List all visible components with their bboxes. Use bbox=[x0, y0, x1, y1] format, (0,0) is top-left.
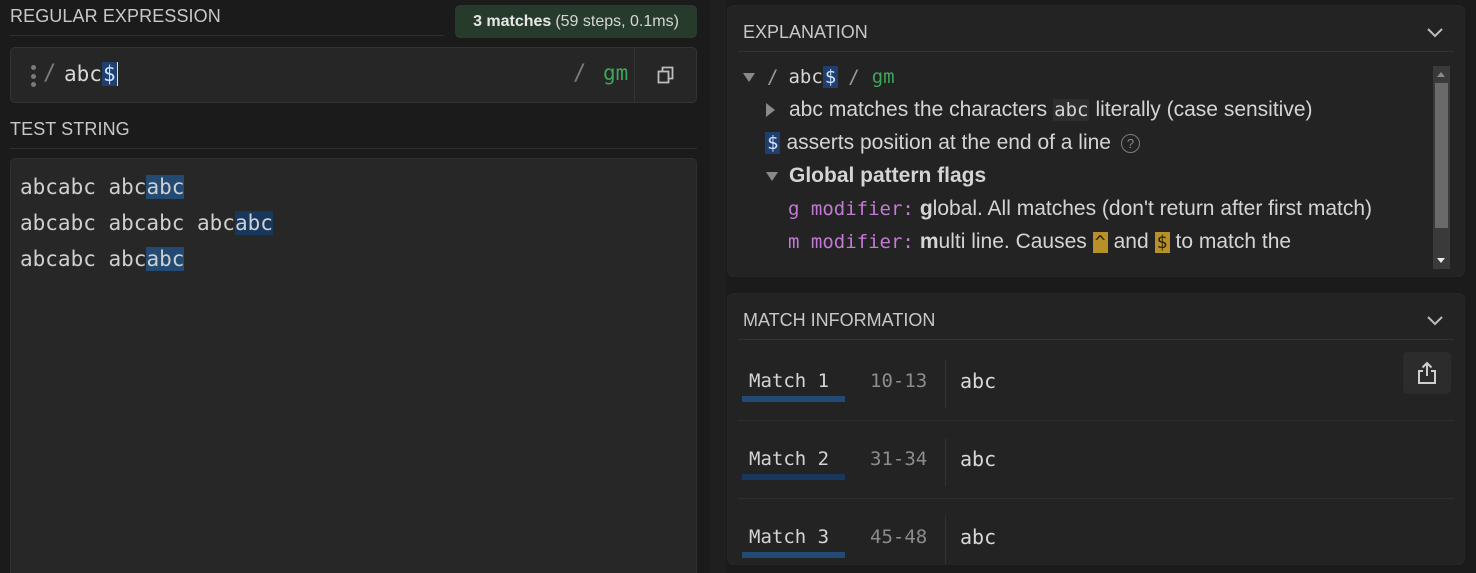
explanation-token-abc: abc matches the characters abc literally… bbox=[766, 98, 1313, 122]
match-range: 10-13 bbox=[870, 370, 928, 392]
match-value: abc bbox=[960, 369, 997, 393]
regex-open-delimiter: / bbox=[43, 61, 57, 86]
modifier-label: m modifier: bbox=[788, 231, 914, 253]
divider bbox=[738, 339, 1454, 340]
code-chip: abc bbox=[1053, 99, 1090, 121]
test-line: abcabc abcabc bbox=[20, 170, 185, 204]
regex-pattern[interactable]: abc $ bbox=[64, 62, 118, 86]
token-description: matches the characters bbox=[828, 98, 1048, 121]
match-status-badge: 3 matches (59 steps, 0.1ms) bbox=[455, 5, 697, 38]
chevron-down-icon[interactable] bbox=[1426, 27, 1444, 39]
flags-heading-text: Global pattern flags bbox=[789, 164, 987, 187]
test-line: abcabc abcabc abcabc bbox=[20, 206, 273, 240]
help-icon[interactable]: ? bbox=[1121, 133, 1140, 153]
left-column: REGULAR EXPRESSION 3 matches (59 steps, … bbox=[0, 0, 710, 573]
copy-button[interactable] bbox=[634, 48, 696, 102]
match-label: Match 1 bbox=[749, 370, 830, 392]
regex-anchor-token: $ bbox=[101, 62, 117, 86]
explanation-scrollbar[interactable] bbox=[1433, 66, 1450, 269]
match-steps: (59 steps, 0.1ms) bbox=[555, 12, 679, 30]
scroll-down-arrow-icon[interactable] bbox=[1437, 258, 1445, 263]
token-description: asserts position at the end of a line bbox=[786, 131, 1111, 154]
divider bbox=[738, 51, 1454, 52]
scroll-thumb[interactable] bbox=[1435, 83, 1448, 228]
regex-section-title: REGULAR EXPRESSION bbox=[10, 6, 221, 26]
caret-token: ^ bbox=[1092, 231, 1108, 253]
match-value: abc bbox=[960, 525, 997, 549]
modifier-description: lobal. All matches (don't return after f… bbox=[932, 197, 1373, 220]
match-color-bar bbox=[742, 396, 845, 402]
copy-icon bbox=[657, 66, 673, 84]
match-highlight: abc bbox=[234, 211, 273, 235]
modifier-letter: g bbox=[919, 197, 933, 220]
match-row[interactable]: Match 1 10-13 abc bbox=[728, 342, 1464, 420]
token-name: abc bbox=[789, 98, 823, 121]
match-color-bar bbox=[742, 474, 845, 480]
test-string-title: TEST STRING bbox=[10, 119, 130, 139]
collapse-triangle-icon[interactable] bbox=[743, 72, 755, 82]
regex-flags-button[interactable]: gm bbox=[603, 61, 628, 85]
dollar-token: $ bbox=[1154, 231, 1170, 253]
match-information-title: MATCH INFORMATION bbox=[743, 310, 936, 330]
flags-heading: Global pattern flags bbox=[766, 164, 986, 188]
match-count: 3 matches bbox=[473, 12, 552, 30]
column-separator bbox=[945, 438, 946, 486]
explanation-token-dollar: $ asserts position at the end of a line … bbox=[765, 131, 1140, 155]
modifier-description: and bbox=[1113, 230, 1149, 253]
match-row[interactable]: Match 2 31-34 abc bbox=[728, 420, 1464, 498]
expand-triangle-icon[interactable] bbox=[766, 103, 775, 117]
test-line: abcabc abcabc bbox=[20, 242, 185, 276]
regex-literal: abc bbox=[788, 66, 823, 88]
match-highlight: abc bbox=[146, 175, 185, 199]
token-name: $ bbox=[765, 132, 781, 154]
scroll-up-arrow-icon[interactable] bbox=[1437, 72, 1445, 77]
regex-open-delimiter: / bbox=[767, 66, 779, 88]
match-label: Match 3 bbox=[749, 526, 830, 548]
column-separator bbox=[945, 360, 946, 408]
modifier-description: to match the bbox=[1175, 230, 1292, 253]
match-information-panel: MATCH INFORMATION Match 1 10-13 abc Matc… bbox=[727, 293, 1465, 565]
regex-flags: gm bbox=[871, 66, 895, 88]
test-string-editor[interactable]: abcabc abcabc abcabc abcabc abcabc abcab… bbox=[10, 158, 697, 573]
match-value: abc bbox=[960, 447, 997, 471]
explanation-title: EXPLANATION bbox=[743, 22, 868, 42]
column-separator bbox=[945, 516, 946, 564]
test-text: abcabc abc bbox=[20, 175, 147, 199]
test-text: abcabc abcabc abc bbox=[20, 211, 235, 235]
modifier-label: g modifier: bbox=[788, 198, 914, 220]
divider bbox=[10, 35, 444, 36]
regex-anchor-token: $ bbox=[822, 66, 839, 88]
divider bbox=[10, 148, 697, 149]
chevron-down-icon[interactable] bbox=[1426, 315, 1444, 327]
token-description: literally (case sensitive) bbox=[1095, 98, 1313, 121]
regex-input[interactable]: / abc $ / gm bbox=[10, 47, 697, 103]
flag-m-description: m modifier: m ulti line. Causes ^ and $ t… bbox=[788, 230, 1291, 254]
match-row[interactable]: Match 3 45-48 abc bbox=[728, 498, 1464, 573]
explanation-panel: EXPLANATION / abc $ / gm abc matches the … bbox=[727, 5, 1465, 277]
regex-close-delimiter: / bbox=[573, 61, 587, 86]
match-color-bar bbox=[742, 552, 845, 558]
modifier-letter: m bbox=[919, 230, 939, 253]
test-text: abcabc abc bbox=[20, 247, 147, 271]
text-cursor bbox=[116, 62, 118, 86]
collapse-triangle-icon[interactable] bbox=[766, 171, 778, 181]
regex-close-delimiter: / bbox=[848, 66, 860, 88]
match-range: 45-48 bbox=[870, 526, 928, 548]
regex-literal: abc bbox=[64, 62, 102, 86]
drag-handle-icon[interactable] bbox=[30, 65, 36, 87]
modifier-description: ulti line. Causes bbox=[938, 230, 1087, 253]
match-range: 31-34 bbox=[870, 448, 928, 470]
match-label: Match 2 bbox=[749, 448, 830, 470]
panel-resize-gutter[interactable] bbox=[710, 0, 726, 573]
match-highlight: abc bbox=[146, 247, 185, 271]
flag-g-description: g modifier: g lobal. All matches (don't r… bbox=[788, 197, 1372, 221]
explanation-root: / abc $ / gm bbox=[743, 66, 895, 88]
